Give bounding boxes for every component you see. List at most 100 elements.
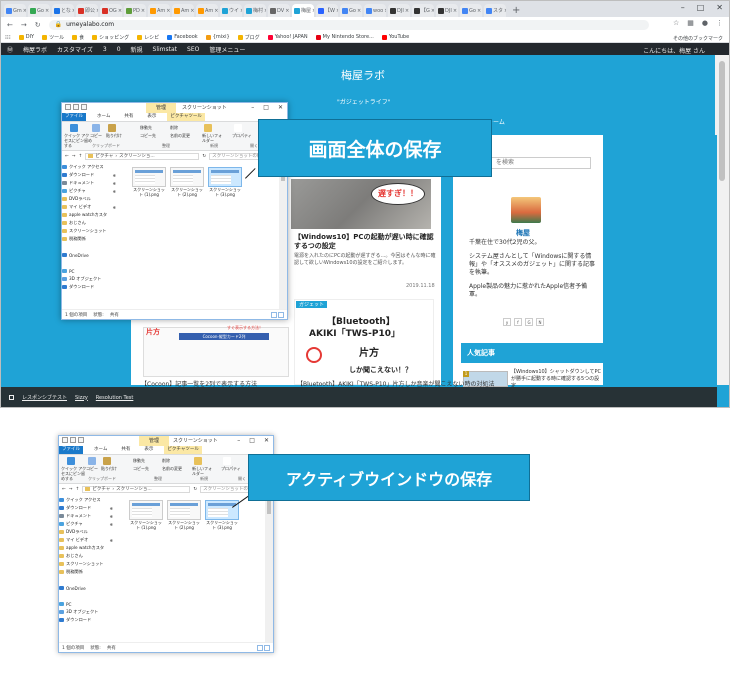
checkbox[interactable] — [9, 395, 14, 400]
new-folder-button[interactable]: 新しいフォルダー — [202, 133, 224, 143]
browser-tab[interactable]: Go × — [460, 4, 482, 17]
browser-tab[interactable]: Am× — [196, 4, 218, 17]
recbar-link[interactable]: レスポンシブテスト — [22, 394, 67, 401]
nav-item[interactable]: DVDラベル — [62, 195, 118, 203]
extension-icon[interactable]: ▦ — [687, 19, 694, 27]
wp-admin-item[interactable]: Slimstat — [153, 46, 178, 53]
profile-icon[interactable]: ● — [702, 19, 708, 27]
nav-item[interactable]: PC — [59, 600, 115, 608]
nav-item[interactable]: DVDラベル — [59, 528, 115, 536]
new-tab-icon[interactable]: + — [512, 4, 520, 17]
copy-button[interactable]: コピー — [86, 466, 98, 471]
manage-tab[interactable]: 管理 — [139, 436, 170, 446]
rename-button[interactable]: 名前の変更 — [170, 133, 190, 138]
nav-item[interactable]: ピクチャ ✱ — [59, 520, 115, 528]
nav-item[interactable]: おじさん — [59, 552, 115, 560]
star-icon[interactable]: ☆ — [673, 19, 679, 27]
delete-button[interactable]: 削除 — [162, 458, 170, 463]
tab-close-icon[interactable]: × — [214, 8, 218, 14]
nav-item[interactable]: マイ ビデオ ✱ — [62, 203, 118, 211]
tab-close-icon[interactable]: × — [357, 8, 361, 14]
refresh-icon[interactable]: ↻ — [193, 487, 197, 492]
ribbon-tab[interactable]: ファイル — [62, 113, 86, 121]
scrollbar-thumb[interactable] — [719, 61, 725, 181]
reload-icon[interactable]: ↻ — [35, 21, 41, 29]
file-item[interactable]: スクリーンショット (1).png — [129, 500, 163, 530]
forward-icon[interactable]: → — [69, 487, 73, 492]
nav-item[interactable]: OneDrive — [62, 251, 118, 259]
paste-icon[interactable] — [108, 124, 116, 132]
file-item[interactable]: スクリーンショット (1).png — [132, 167, 166, 197]
bookmark-item[interactable]: レシピ — [137, 34, 159, 41]
nav-item[interactable]: OneDrive — [59, 584, 115, 592]
nav-item[interactable]: クイック アクセス — [62, 163, 118, 171]
nav-item[interactable]: ドキュメント ✱ — [59, 512, 115, 520]
wp-greeting[interactable]: こんにちは、梅屋 さん — [643, 46, 705, 55]
breadcrumb-item[interactable]: ピクチャ — [92, 486, 110, 492]
social-icon[interactable]: y — [503, 318, 511, 326]
social-icon[interactable]: N — [536, 318, 544, 326]
wp-admin-item[interactable]: SEO — [187, 46, 199, 53]
tab-close-icon[interactable]: × — [166, 8, 170, 14]
browser-tab[interactable]: DJI × — [436, 4, 458, 17]
delete-button[interactable]: 削除 — [170, 125, 178, 130]
bookmark-item[interactable]: Yahoo! JAPAN — [267, 34, 308, 40]
browser-tab[interactable]: Am× — [172, 4, 194, 17]
tab-close-icon[interactable]: × — [477, 8, 481, 14]
browser-tab[interactable]: スタ× — [484, 4, 506, 17]
browser-tab[interactable]: とな× — [52, 4, 74, 17]
nav-item[interactable]: apple watchカスタ — [62, 211, 118, 219]
recbar-link[interactable]: Sizzy — [75, 395, 88, 401]
copy-to-button[interactable]: コピー先 — [133, 466, 149, 471]
browser-tab[interactable]: 梅村× — [244, 4, 266, 17]
nav-item[interactable]: クイック アクセス — [59, 496, 115, 504]
wordpress-icon[interactable]: Ⓦ — [7, 45, 13, 54]
copy-button[interactable]: コピー — [90, 133, 102, 138]
paste-button[interactable]: 貼り付け — [101, 466, 117, 471]
minimize-icon[interactable]: – — [237, 436, 240, 446]
tab-close-icon[interactable]: × — [96, 8, 98, 14]
recbar-link[interactable]: Resolution Test — [96, 395, 134, 401]
copy-icon[interactable] — [88, 457, 96, 465]
browser-tab[interactable]: Gm× — [4, 4, 26, 17]
nav-item[interactable]: 3D オブジェクト — [62, 275, 118, 283]
browser-tab[interactable]: PD × — [124, 4, 146, 17]
forward-icon[interactable]: → — [21, 21, 27, 29]
maximize-icon[interactable]: □ — [249, 436, 255, 446]
forward-icon[interactable]: → — [72, 154, 76, 159]
bookmark-item[interactable]: ショッピング — [92, 34, 129, 41]
wp-admin-item[interactable]: カスタマイズ — [57, 45, 93, 54]
toolbar-icon[interactable] — [62, 437, 68, 443]
ribbon-tab[interactable]: ファイル — [59, 446, 83, 454]
tab-close-icon[interactable]: × — [72, 8, 74, 14]
close-icon[interactable]: ✕ — [716, 3, 723, 12]
ribbon-tab[interactable]: 表示 — [144, 113, 159, 121]
back-icon[interactable]: ← — [62, 487, 66, 492]
breadcrumb-item[interactable]: スクリーンショ... — [119, 153, 155, 159]
file-explorer-window[interactable]: 管理 スクリーンショット – □ ✕ ファイル ホーム 共有 表示 ピクチャツール クイック アクセ… — [58, 435, 274, 653]
toolbar-icon[interactable] — [73, 104, 79, 110]
tab-close-icon[interactable]: × — [453, 8, 457, 14]
nav-item[interactable]: 税務関係 — [59, 568, 115, 576]
browser-tab[interactable]: 梅屋× — [292, 4, 314, 17]
browser-tab[interactable]: 即公× — [76, 4, 98, 17]
page-scrollbar[interactable] — [715, 55, 729, 385]
file-item[interactable]: スクリーンショット (2).png — [170, 167, 204, 197]
details-view-icon[interactable] — [271, 312, 277, 318]
file-item[interactable]: スクリーンショット (3).png — [208, 167, 242, 197]
social-icon[interactable]: f — [514, 318, 522, 326]
move-to-button[interactable]: 移動先 — [140, 125, 152, 130]
nav-item[interactable]: おじさん — [62, 219, 118, 227]
pin-icon[interactable] — [70, 124, 78, 132]
thumbnail-view-icon[interactable] — [278, 312, 284, 318]
bookmark-item[interactable]: ブログ — [237, 34, 260, 41]
minimize-icon[interactable]: – — [251, 103, 254, 113]
toolbar-icon[interactable] — [70, 437, 76, 443]
bookmark-item[interactable]: My Nintendo Store... — [315, 34, 374, 40]
post-title[interactable]: 【Windows10】PCの起動が遅い時に確認するつの設定 — [294, 233, 439, 251]
tab-close-icon[interactable]: × — [431, 8, 434, 14]
nav-item[interactable]: スクリーンショット — [62, 227, 118, 235]
up-icon[interactable]: ↑ — [76, 487, 80, 492]
ribbon-tab[interactable]: ホーム — [91, 446, 110, 454]
nav-item[interactable]: スクリーンショット — [59, 560, 115, 568]
